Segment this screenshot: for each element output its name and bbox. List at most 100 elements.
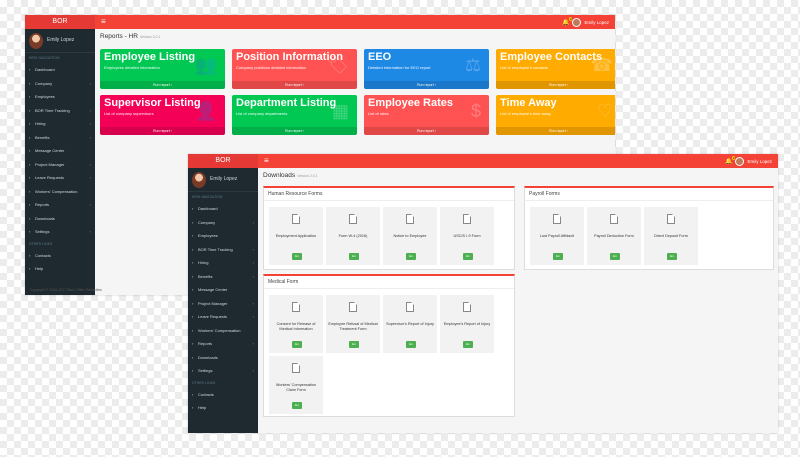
avatar[interactable] [572, 17, 582, 27]
tile-subtitle: List of employee's time away [500, 111, 552, 116]
sidebar-item-settings[interactable]: ▪ Settings ‹ [188, 364, 258, 378]
tile-subtitle: Employees detailed information [104, 65, 160, 70]
report-tile[interactable]: ♡ Time Away List of employee's time away Ru… [496, 95, 615, 135]
chevron-left-icon: ‹ [89, 229, 91, 235]
sidebar-item-label: Benefits [35, 134, 50, 140]
download-button[interactable]: En [610, 253, 620, 260]
download-button[interactable]: En [349, 253, 359, 260]
run-report-link[interactable]: Run report › [100, 127, 225, 135]
run-report-link[interactable]: Run report › [232, 127, 357, 135]
bell-icon[interactable]: 🔔 2 [562, 16, 573, 26]
download-button[interactable]: En [349, 341, 359, 348]
download-button[interactable]: En [406, 253, 416, 260]
sidebar-item-reports[interactable]: ▪ Reports ‹ [25, 198, 95, 212]
sidebar-item-hiring[interactable]: ▪ Hiring ‹ [188, 256, 258, 270]
report-tile[interactable]: ▦ Department Listing List of company depar… [232, 95, 357, 135]
report-tile[interactable]: 🏷 Position Information Company positions d… [232, 49, 357, 89]
bell-icon[interactable]: 🔔 2 [725, 155, 736, 165]
pdf-file-icon [292, 363, 300, 373]
sidebar-item-bor-time-tracking[interactable]: ▪ BOR Time Tracking ‹ [25, 104, 95, 118]
sidebar-item-message-center[interactable]: ▪ Message Center [188, 283, 258, 297]
sidebar-item-downloads[interactable]: ▪ Downloads [25, 212, 95, 226]
sidebar-item-benefits[interactable]: ▪ Benefits ‹ [25, 131, 95, 145]
sidebar-item-leave-requests[interactable]: ▪ Leave Requests ‹ [25, 171, 95, 185]
top-bar: BOR ≡ 🔔 2 Emily Lopez [188, 154, 778, 168]
form-name: Direct Deposit Form [654, 234, 688, 238]
download-button[interactable]: En [292, 253, 302, 260]
chevron-left-icon: ‹ [252, 219, 254, 225]
download-button[interactable]: En [292, 341, 302, 348]
download-button[interactable]: En [463, 341, 473, 348]
sidebar-item-dashboard[interactable]: ▪ Dashboard [188, 202, 258, 216]
sidebar-item-downloads[interactable]: ▪ Downloads [188, 351, 258, 365]
sidebar-item-label: Project Manager [35, 161, 65, 167]
sidebar-item-message-center[interactable]: ▪ Message Center [25, 144, 95, 158]
run-report-link[interactable]: Run report › [232, 81, 357, 89]
report-tile[interactable]: $ Employee Rates List of rates Run report › [364, 95, 489, 135]
run-report-link[interactable]: Run report › [364, 127, 489, 135]
run-report-link[interactable]: Run report › [496, 127, 615, 135]
pdf-file-icon [292, 214, 300, 224]
download-button[interactable]: En [463, 253, 473, 260]
brand-logo[interactable]: BOR [25, 15, 95, 29]
sidebar-item-workers-compensation[interactable]: ▪ Workers' Compensation [188, 324, 258, 338]
run-report-link[interactable]: Run report › [100, 81, 225, 89]
form-card: Form W-4 (2016) En [326, 207, 380, 265]
top-user-name[interactable]: Emily Lopez [747, 159, 772, 164]
run-report-link[interactable]: Run report › [364, 81, 489, 89]
chevron-left-icon: ‹ [89, 161, 91, 167]
sidebar-item-label: Message Center [198, 287, 228, 293]
hamburger-icon[interactable]: ≡ [264, 154, 269, 168]
sidebar-item-hiring[interactable]: ▪ Hiring ‹ [25, 117, 95, 131]
chevron-left-icon: ‹ [252, 260, 254, 266]
sidebar-item-dashboard[interactable]: ▪ Dashboard [25, 63, 95, 77]
download-button[interactable]: En [667, 253, 677, 260]
user-panel: Emily Lopez [25, 29, 95, 53]
sidebar-item-reports[interactable]: ▪ Reports ‹ [188, 337, 258, 351]
sidebar-item-company[interactable]: ▪ Company ‹ [25, 77, 95, 91]
sidebar-item-label: Employees [35, 94, 55, 100]
form-card: Payroll Deduction Form En [587, 207, 641, 265]
sidebar-item-company[interactable]: ▪ Company ‹ [188, 216, 258, 230]
brand-logo[interactable]: BOR [188, 154, 258, 168]
sidebar-item-help[interactable]: ▪ Help [188, 401, 258, 415]
report-tile[interactable]: 👥 Employee Listing Employees detailed info… [100, 49, 225, 89]
sidebar-item-project-manager[interactable]: ▪ Project Manager ‹ [188, 297, 258, 311]
run-report-link[interactable]: Run report › [496, 81, 615, 89]
sidebar-item-bor-time-tracking[interactable]: ▪ BOR Time Tracking ‹ [188, 243, 258, 257]
sidebar-item-project-manager[interactable]: ▪ Project Manager ‹ [25, 158, 95, 172]
form-card: USCIS I-9 Form En [440, 207, 494, 265]
tile-title: EEO [368, 51, 392, 63]
sidebar-item-contacts[interactable]: ▪ Contacts [25, 249, 95, 263]
download-button[interactable]: En [292, 402, 302, 409]
download-button[interactable]: En [406, 341, 416, 348]
sidebar-item-help[interactable]: ▪ Help [25, 262, 95, 276]
report-tiles: 👥 Employee Listing Employees detailed info… [100, 49, 615, 135]
chevron-left-icon: ‹ [89, 121, 91, 127]
sidebar-item-label: BOR Time Tracking [35, 107, 70, 113]
report-tile[interactable]: 👤 Supervisor Listing List of company super… [100, 95, 225, 135]
tile-title: Employee Contacts [500, 51, 603, 63]
sidebar-item-contacts[interactable]: ▪ Contacts [188, 388, 258, 402]
chevron-left-icon: ‹ [252, 273, 254, 279]
sidebar-item-benefits[interactable]: ▪ Benefits ‹ [188, 270, 258, 284]
sidebar-item-label: Downloads [198, 354, 218, 360]
page-title: Downloads Version 2.0.1 [263, 172, 318, 179]
sidebar-item-label: Company [198, 219, 216, 225]
download-button[interactable]: En [553, 253, 563, 260]
sidebar-item-label: Project Manager [198, 300, 228, 306]
sidebar-item-settings[interactable]: ▪ Settings ‹ [25, 225, 95, 239]
tile-subtitle: List of company departments [236, 111, 288, 116]
tile-title: Employee Rates [368, 97, 453, 109]
avatar[interactable] [735, 156, 745, 166]
sidebar-item-leave-requests[interactable]: ▪ Leave Requests ‹ [188, 310, 258, 324]
report-tile[interactable]: ⚖ EEO Detailed information for EEO report R… [364, 49, 489, 89]
user-panel: Emily Lopez [188, 168, 258, 192]
report-tile[interactable]: ☎ Employee Contacts List of employee's con… [496, 49, 615, 89]
sidebar-item-employees[interactable]: ▪ Employees [188, 229, 258, 243]
hamburger-icon[interactable]: ≡ [101, 15, 106, 29]
form-card: Consent for Release of Medical Informati… [269, 295, 323, 353]
sidebar-item-employees[interactable]: ▪ Employees [25, 90, 95, 104]
sidebar-item-workers-compensation[interactable]: ▪ Workers' Compensation [25, 185, 95, 199]
top-user-name[interactable]: Emily Lopez [584, 20, 609, 25]
